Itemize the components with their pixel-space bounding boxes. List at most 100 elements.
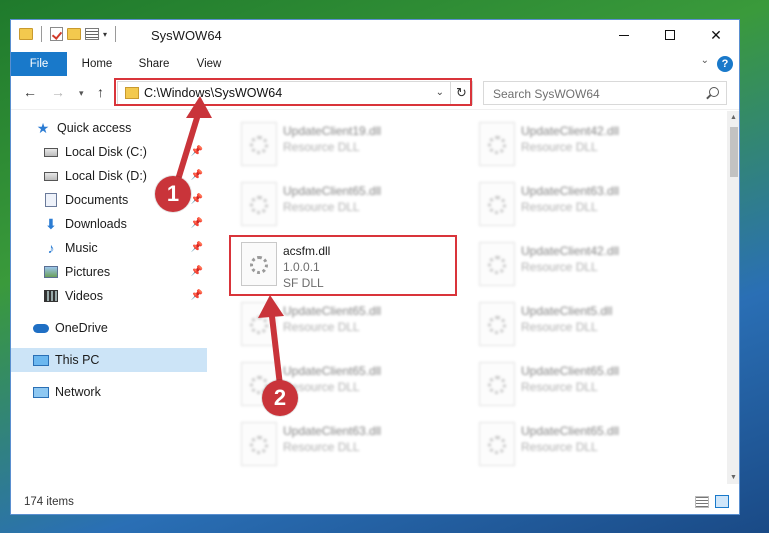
minimize-icon <box>619 34 629 36</box>
new-folder-icon[interactable] <box>67 28 81 40</box>
file-tile[interactable]: UpdateClient65.dll Resource DLL <box>233 296 463 352</box>
pin-icon: 📌 <box>190 170 203 181</box>
file-tile[interactable]: UpdateClient19.dll Resource DLL <box>233 116 463 172</box>
scroll-up-icon[interactable]: ▲ <box>730 114 737 121</box>
file-tile[interactable]: UpdateClient63.dll Resource DLL <box>233 416 463 472</box>
status-bar: 174 items <box>11 488 739 514</box>
sidebar-item-videos[interactable]: Videos 📌 <box>11 284 207 308</box>
vertical-scrollbar[interactable]: ▲ ▼ <box>727 111 739 484</box>
file-tile[interactable]: UpdateClient65.dll Resource DLL <box>233 176 463 232</box>
file-type: Resource DLL <box>521 140 598 154</box>
file-name: UpdateClient42.dll <box>521 124 620 138</box>
sidebar-item-downloads[interactable]: ⬇ Downloads 📌 <box>11 212 207 236</box>
sidebar-item-label: Documents <box>65 193 129 207</box>
sidebar-item-label: Local Disk (C:) <box>65 145 147 159</box>
properties-icon[interactable] <box>85 28 99 40</box>
file-tile-acsfm[interactable]: acsfm.dll 1.0.0.1 SF DLL <box>233 236 463 292</box>
tab-share[interactable]: Share <box>129 52 179 76</box>
search-icon[interactable] <box>709 87 719 97</box>
file-type: Resource DLL <box>521 200 598 214</box>
file-type: Resource DLL <box>521 260 598 274</box>
refresh-icon[interactable]: ↻ <box>450 82 472 104</box>
sidebar-item-pictures[interactable]: Pictures 📌 <box>11 260 207 284</box>
address-dropdown-icon[interactable]: ⌄ <box>436 87 444 98</box>
gear-icon <box>488 196 506 214</box>
sidebar-item-network[interactable]: Network <box>11 380 207 404</box>
window-title: SysWOW64 <box>151 28 222 43</box>
dll-file-icon <box>479 362 515 406</box>
gear-icon <box>250 256 268 274</box>
music-icon: ♪ <box>47 240 55 256</box>
address-path[interactable]: C:\Windows\SysWOW64 <box>144 86 282 100</box>
large-icons-view-icon[interactable] <box>715 495 729 508</box>
sidebar-item-quick-access[interactable]: ★ Quick access <box>11 116 207 140</box>
computer-icon <box>33 353 49 367</box>
customize-toolbar-dropdown-icon[interactable]: ▾ <box>103 30 107 39</box>
star-icon: ★ <box>36 119 50 136</box>
up-arrow-icon[interactable]: ↑ <box>97 84 104 100</box>
gear-icon <box>488 376 506 394</box>
disk-icon <box>43 145 59 159</box>
file-tile[interactable]: UpdateClient5.dll Resource DLL <box>471 296 701 352</box>
file-name: UpdateClient65.dll <box>521 364 620 378</box>
expand-ribbon-chevron-icon[interactable]: ⌄ <box>701 55 709 66</box>
file-tile[interactable]: UpdateClient42.dll Resource DLL <box>471 116 701 172</box>
title-bar: ▾ SysWOW64 ✕ <box>11 20 739 52</box>
sidebar-item-label: Music <box>65 241 98 255</box>
help-icon[interactable]: ? <box>717 56 733 72</box>
file-name: UpdateClient42.dll <box>521 244 620 258</box>
details-view-icon[interactable] <box>695 496 709 508</box>
toolbar-divider <box>115 26 117 42</box>
sidebar-item-label: Downloads <box>65 217 127 231</box>
dll-file-icon <box>479 242 515 286</box>
maximize-icon <box>665 30 675 40</box>
sidebar-item-label: Videos <box>65 289 103 303</box>
file-type: Resource DLL <box>283 320 360 334</box>
file-type: SF DLL <box>283 276 324 290</box>
tab-view[interactable]: View <box>187 52 231 76</box>
file-name: UpdateClient65.dll <box>283 184 382 198</box>
properties-check-icon[interactable] <box>50 27 63 41</box>
sidebar-item-music[interactable]: ♪ Music 📌 <box>11 236 207 260</box>
file-tile[interactable]: UpdateClient63.dll Resource DLL <box>471 176 701 232</box>
file-tile[interactable]: UpdateClient65.dll Resource DLL <box>471 356 701 412</box>
dll-file-icon <box>241 242 277 286</box>
minimize-button[interactable] <box>601 20 647 50</box>
dll-file-icon <box>479 302 515 346</box>
dll-file-icon <box>241 302 277 346</box>
pin-icon: 📌 <box>190 290 203 301</box>
maximize-button[interactable] <box>647 20 693 50</box>
sidebar-item-label: Quick access <box>57 121 132 135</box>
pin-icon: 📌 <box>190 194 203 205</box>
close-icon: ✕ <box>710 26 722 43</box>
forward-arrow-icon[interactable]: → <box>51 84 65 100</box>
address-bar[interactable]: C:\Windows\SysWOW64 ⌄ ↻ <box>117 81 473 105</box>
gear-icon <box>250 436 268 454</box>
file-name: UpdateClient65.dll <box>521 424 620 438</box>
sidebar-item-this-pc[interactable]: This PC <box>11 348 207 372</box>
file-tile[interactable]: UpdateClient42.dll Resource DLL <box>471 236 701 292</box>
file-name: acsfm.dll <box>283 244 331 258</box>
search-box[interactable]: Search SysWOW64 <box>483 81 727 105</box>
pin-icon: 📌 <box>190 242 203 253</box>
scrollbar-thumb[interactable] <box>730 127 738 177</box>
sidebar-item-label: Pictures <box>65 265 111 279</box>
gear-icon <box>250 196 268 214</box>
sidebar-item-label: Network <box>55 385 101 399</box>
sidebar-item-label: Local Disk (D:) <box>65 169 147 183</box>
sidebar-item-local-disk-c[interactable]: Local Disk (C:) 📌 <box>11 140 207 164</box>
tab-home[interactable]: Home <box>73 52 121 76</box>
navigation-pane: ★ Quick access Local Disk (C:) 📌 Local D… <box>11 111 207 484</box>
download-icon: ⬇ <box>45 215 57 232</box>
sidebar-item-onedrive[interactable]: OneDrive <box>11 316 207 340</box>
recent-locations-chevron-icon[interactable]: ▾ <box>79 88 84 99</box>
back-arrow-icon[interactable]: ← <box>23 84 37 100</box>
folder-icon <box>19 28 33 40</box>
cloud-icon <box>33 321 49 335</box>
close-button[interactable]: ✕ <box>693 20 739 50</box>
file-name: UpdateClient65.dll <box>283 364 382 378</box>
file-tile[interactable]: UpdateClient65.dll Resource DLL <box>471 416 701 472</box>
scroll-down-icon[interactable]: ▼ <box>730 474 737 481</box>
tab-file[interactable]: File <box>11 52 67 76</box>
search-placeholder[interactable]: Search SysWOW64 <box>493 87 600 101</box>
